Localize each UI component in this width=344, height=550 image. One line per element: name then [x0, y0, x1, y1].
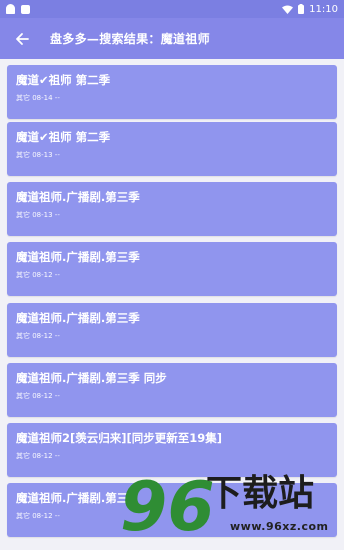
battery-icon: [298, 4, 305, 14]
arrow-left-icon: [16, 32, 29, 45]
result-meta: 其它 08-14 --: [16, 94, 60, 102]
result-meta: 其它 08-12 --: [16, 392, 60, 400]
result-title: 魔道祖师.广播剧.第三季 同步: [16, 371, 167, 385]
status-bar: 11:10: [0, 0, 344, 18]
result-title: 魔道祖师.广播剧.第三季: [16, 250, 140, 264]
result-title: 魔道祖师2[羡云归来][同步更新至19集]: [16, 431, 223, 445]
result-item[interactable]: 魔道祖师.广播剧.第三 其它 08-12 --: [7, 483, 337, 537]
result-title: 魔道✔祖师 第二季: [16, 130, 111, 144]
result-meta: 其它 08-13 --: [16, 211, 60, 219]
result-title: 魔道祖师.广播剧.第三: [16, 491, 129, 505]
result-title: 魔道祖师.广播剧.第三季: [16, 311, 140, 325]
result-item[interactable]: 魔道祖师.广播剧.第三季 其它 08-13 --: [7, 182, 337, 236]
result-meta: 其它 08-12 --: [16, 512, 60, 520]
app-notification-icon: [21, 4, 30, 14]
result-item[interactable]: 魔道祖师.广播剧.第三季 其它 08-12 --: [7, 242, 337, 296]
result-title: 魔道祖师.广播剧.第三季: [16, 190, 140, 204]
result-item[interactable]: 魔道✔祖师 第二季 其它 08-13 --: [7, 122, 337, 176]
results-list[interactable]: 魔道✔祖师 第二季 其它 08-14 -- 魔道✔祖师 第二季 其它 08-13…: [0, 59, 344, 550]
result-meta: 其它 08-12 --: [16, 271, 60, 279]
result-item[interactable]: 魔道祖师.广播剧.第三季 同步 其它 08-12 --: [7, 363, 337, 417]
result-meta: 其它 08-12 --: [16, 452, 60, 460]
wifi-icon: [282, 5, 294, 14]
notification-icon: [6, 4, 15, 14]
page-title: 盘多多—搜索结果：魔道祖师: [50, 32, 210, 46]
result-meta: 其它 08-13 --: [16, 151, 60, 159]
status-time: 11:10: [309, 3, 338, 15]
result-item[interactable]: 魔道祖师2[羡云归来][同步更新至19集] 其它 08-12 --: [7, 423, 337, 477]
result-meta: 其它 08-12 --: [16, 332, 60, 340]
result-item[interactable]: 魔道祖师.广播剧.第三季 其它 08-12 --: [7, 303, 337, 357]
app-bar: 盘多多—搜索结果：魔道祖师: [0, 18, 344, 59]
result-item[interactable]: 魔道✔祖师 第二季 其它 08-14 --: [7, 65, 337, 119]
result-title: 魔道✔祖师 第二季: [16, 73, 111, 87]
back-button[interactable]: [12, 29, 32, 49]
